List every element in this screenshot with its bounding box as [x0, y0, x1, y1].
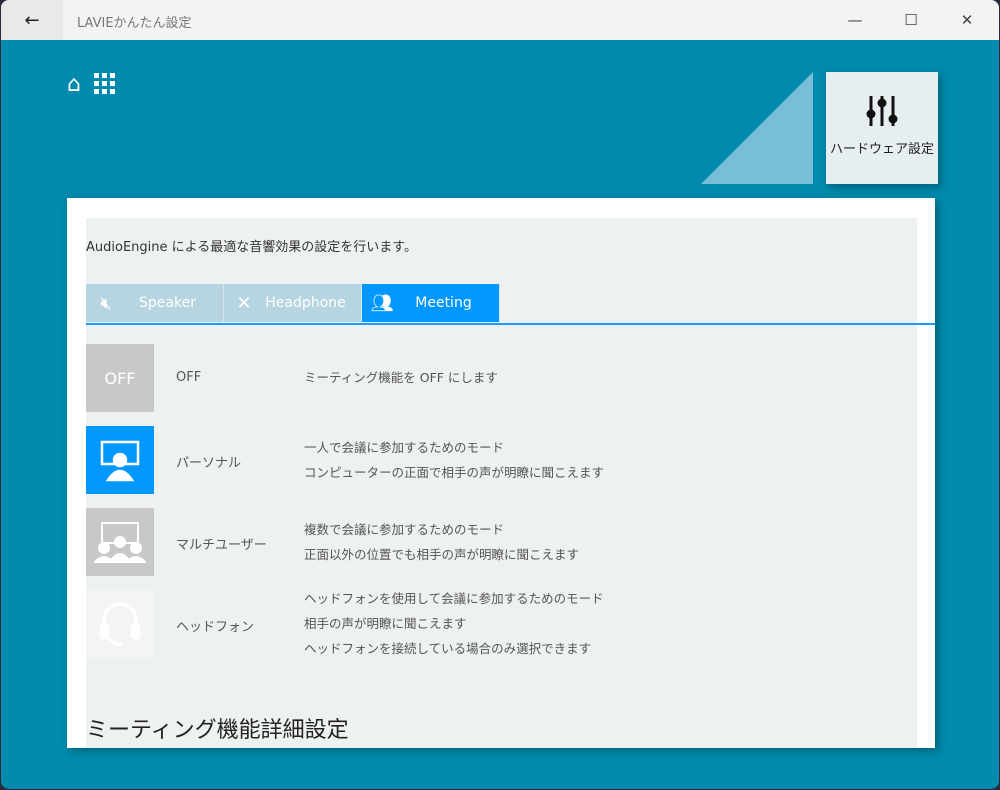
- app-window: ← LAVIEかんたん設定 — ☐ ✕ ⌂ ハードウェア設定 AudioEngi…: [1, 0, 999, 789]
- hardware-settings-button[interactable]: ハードウェア設定: [826, 72, 938, 184]
- mode-multi-user[interactable]: マルチユーザー 複数で会議に参加するためのモード正面以外の位置でも相手の声が明瞭…: [86, 508, 906, 576]
- title-bar: ← LAVIEかんたん設定 — ☐ ✕: [1, 0, 999, 40]
- maximize-button[interactable]: ☐: [883, 0, 939, 40]
- window-title: LAVIEかんたん設定: [77, 12, 192, 31]
- people-icon: 👥︎: [362, 293, 402, 314]
- decorative-triangle: [701, 72, 813, 184]
- intro-text: AudioEngine による最適な音響効果の設定を行います。: [86, 236, 417, 255]
- section-heading: ミーティング機能詳細設定: [86, 712, 349, 744]
- mode-name: ヘッドフォン: [176, 616, 254, 635]
- minimize-button[interactable]: —: [827, 0, 883, 40]
- back-button[interactable]: ←: [1, 0, 63, 40]
- tab-underline: [86, 323, 935, 325]
- mode-desc: 複数で会議に参加するためのモード正面以外の位置でも相手の声が明瞭に聞こえます: [304, 517, 579, 567]
- desc-line: ヘッドフォンを使用して会議に参加するためのモード: [304, 586, 604, 611]
- tab-label: Headphone: [264, 295, 361, 311]
- desc-line: 相手の声が明瞭に聞こえます: [304, 611, 604, 636]
- mode-headphone[interactable]: ヘッドフォン ヘッドフォンを使用して会議に参加するためのモード相手の声が明瞭に聞…: [86, 590, 906, 658]
- hardware-settings-label: ハードウェア設定: [826, 138, 938, 157]
- multi-user-icon[interactable]: [86, 508, 154, 576]
- mode-name: パーソナル: [176, 452, 241, 471]
- home-icon[interactable]: ⌂: [67, 72, 81, 97]
- desc-line: ヘッドフォンを接続している場合のみ選択できます: [304, 636, 604, 661]
- desc-line: 一人で会議に参加するためのモード: [304, 435, 604, 460]
- mode-name: OFF: [176, 370, 201, 385]
- content-panel: AudioEngine による最適な音響効果の設定を行います。 🔇︎Speake…: [67, 198, 935, 748]
- headset-icon[interactable]: [86, 590, 154, 658]
- headphone-muted-icon: ✕: [224, 293, 264, 314]
- apps-grid-icon[interactable]: [93, 72, 117, 96]
- tab-label: Speaker: [126, 295, 223, 311]
- tab-bar: 🔇︎Speaker ✕Headphone 👥︎Meeting: [86, 284, 500, 322]
- mode-name: マルチユーザー: [176, 534, 267, 553]
- desc-line: 正面以外の位置でも相手の声が明瞭に聞こえます: [304, 542, 579, 567]
- close-button[interactable]: ✕: [939, 0, 995, 40]
- arrow-left-icon: ←: [24, 10, 39, 31]
- desc-line: コンピューターの正面で相手の声が明瞭に聞こえます: [304, 460, 604, 485]
- tab-label: Meeting: [402, 295, 499, 311]
- desc-line: ミーティング機能を OFF にします: [304, 365, 498, 390]
- mode-desc: 一人で会議に参加するためのモードコンピューターの正面で相手の声が明瞭に聞こえます: [304, 435, 604, 485]
- tab-meeting[interactable]: 👥︎Meeting: [362, 284, 500, 322]
- sliders-icon: [865, 94, 899, 128]
- mode-off[interactable]: OFF OFF ミーティング機能を OFF にします: [86, 344, 906, 412]
- mode-desc: ミーティング機能を OFF にします: [304, 365, 498, 390]
- mode-desc: ヘッドフォンを使用して会議に参加するためのモード相手の声が明瞭に聞こえますヘッド…: [304, 586, 604, 661]
- off-icon[interactable]: OFF: [86, 344, 154, 412]
- tab-headphone[interactable]: ✕Headphone: [224, 284, 362, 322]
- tab-speaker[interactable]: 🔇︎Speaker: [86, 284, 224, 322]
- personal-mode-icon[interactable]: [86, 426, 154, 494]
- mode-personal[interactable]: パーソナル 一人で会議に参加するためのモードコンピューターの正面で相手の声が明瞭…: [86, 426, 906, 494]
- desc-line: 複数で会議に参加するためのモード: [304, 517, 579, 542]
- speaker-muted-icon: 🔇︎: [86, 293, 126, 314]
